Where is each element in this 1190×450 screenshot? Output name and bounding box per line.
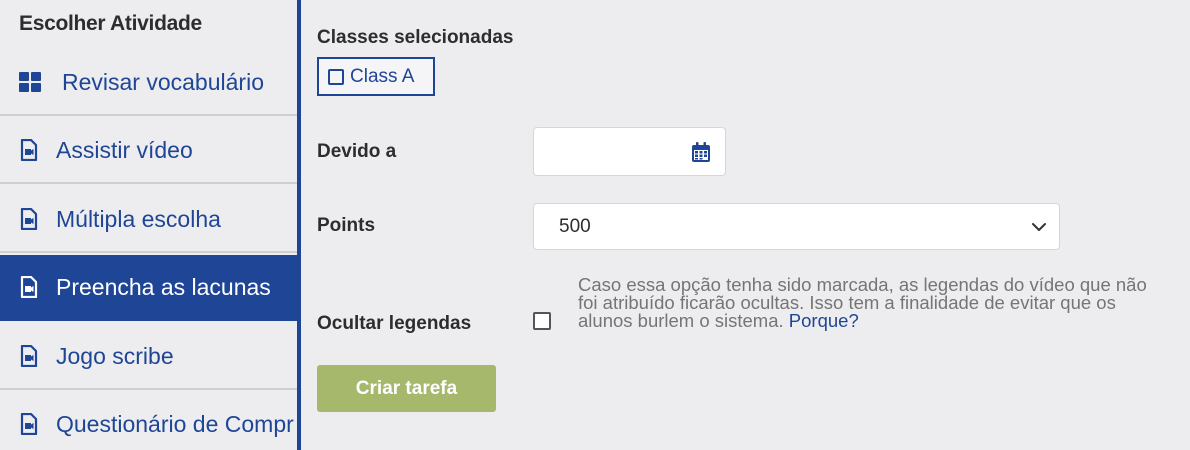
sidebar-item-label: Múltipla escolha [56,205,221,232]
due-label: Devido a [317,141,397,162]
create-assignment-button[interactable]: Criar tarefa [317,365,496,412]
hide-subtitles-label: Ocultar legendas [317,313,472,334]
due-date-input[interactable] [533,127,726,176]
sidebar-item-label: Preencha as lacunas [56,273,271,300]
video-file-icon [18,413,40,435]
assignment-form: Classes selecionadas Class A Devido a Po… [301,0,1190,450]
class-chip[interactable]: Class A [317,57,435,96]
activity-sidebar: Escolher Atividade Revisar vocabulário A… [0,0,297,450]
hide-subtitles-help: Caso essa opção tenha sido marcada, as l… [578,274,1168,331]
video-file-icon [18,208,40,230]
sidebar-item-label: Revisar vocabulário [62,68,264,95]
grid-icon [19,71,41,93]
sidebar-item-label: Jogo scribe [56,342,174,369]
video-file-icon [18,276,40,298]
hide-subtitles-checkbox[interactable] [533,312,551,330]
video-file-icon [18,345,40,367]
help-text: Caso essa opção tenha sido marcada, as l… [578,274,1147,331]
points-select[interactable]: 500 [533,203,1060,250]
sidebar-item-multipla-escolha[interactable]: Múltipla escolha [0,187,297,253]
sidebar-heading: Escolher Atividade [19,12,202,35]
sidebar-item-jogo-scribe[interactable]: Jogo scribe [0,324,297,390]
sidebar-item-preencha-as-lacunas[interactable]: Preencha as lacunas [0,255,297,321]
sidebar-item-questionario[interactable]: Questionário de Compr [0,392,297,450]
sidebar-item-assistir-video[interactable]: Assistir vídeo [0,118,297,184]
sidebar-item-label: Assistir vídeo [56,136,193,163]
sidebar-item-revisar-vocabulario[interactable]: Revisar vocabulário [0,50,297,116]
points-label: Points [317,215,376,236]
sidebar-item-label: Questionário de Compr [56,410,294,437]
app: Escolher Atividade Revisar vocabulário A… [0,0,1190,450]
help-link[interactable]: Porque? [789,310,859,331]
video-file-icon [18,139,40,161]
chevron-down-icon [1031,219,1047,235]
points-value: 500 [559,215,591,237]
class-checkbox-icon [328,68,344,85]
classes-label: Classes selecionadas [317,27,514,48]
calendar-icon[interactable] [690,141,712,163]
class-chip-label: Class A [350,65,415,87]
